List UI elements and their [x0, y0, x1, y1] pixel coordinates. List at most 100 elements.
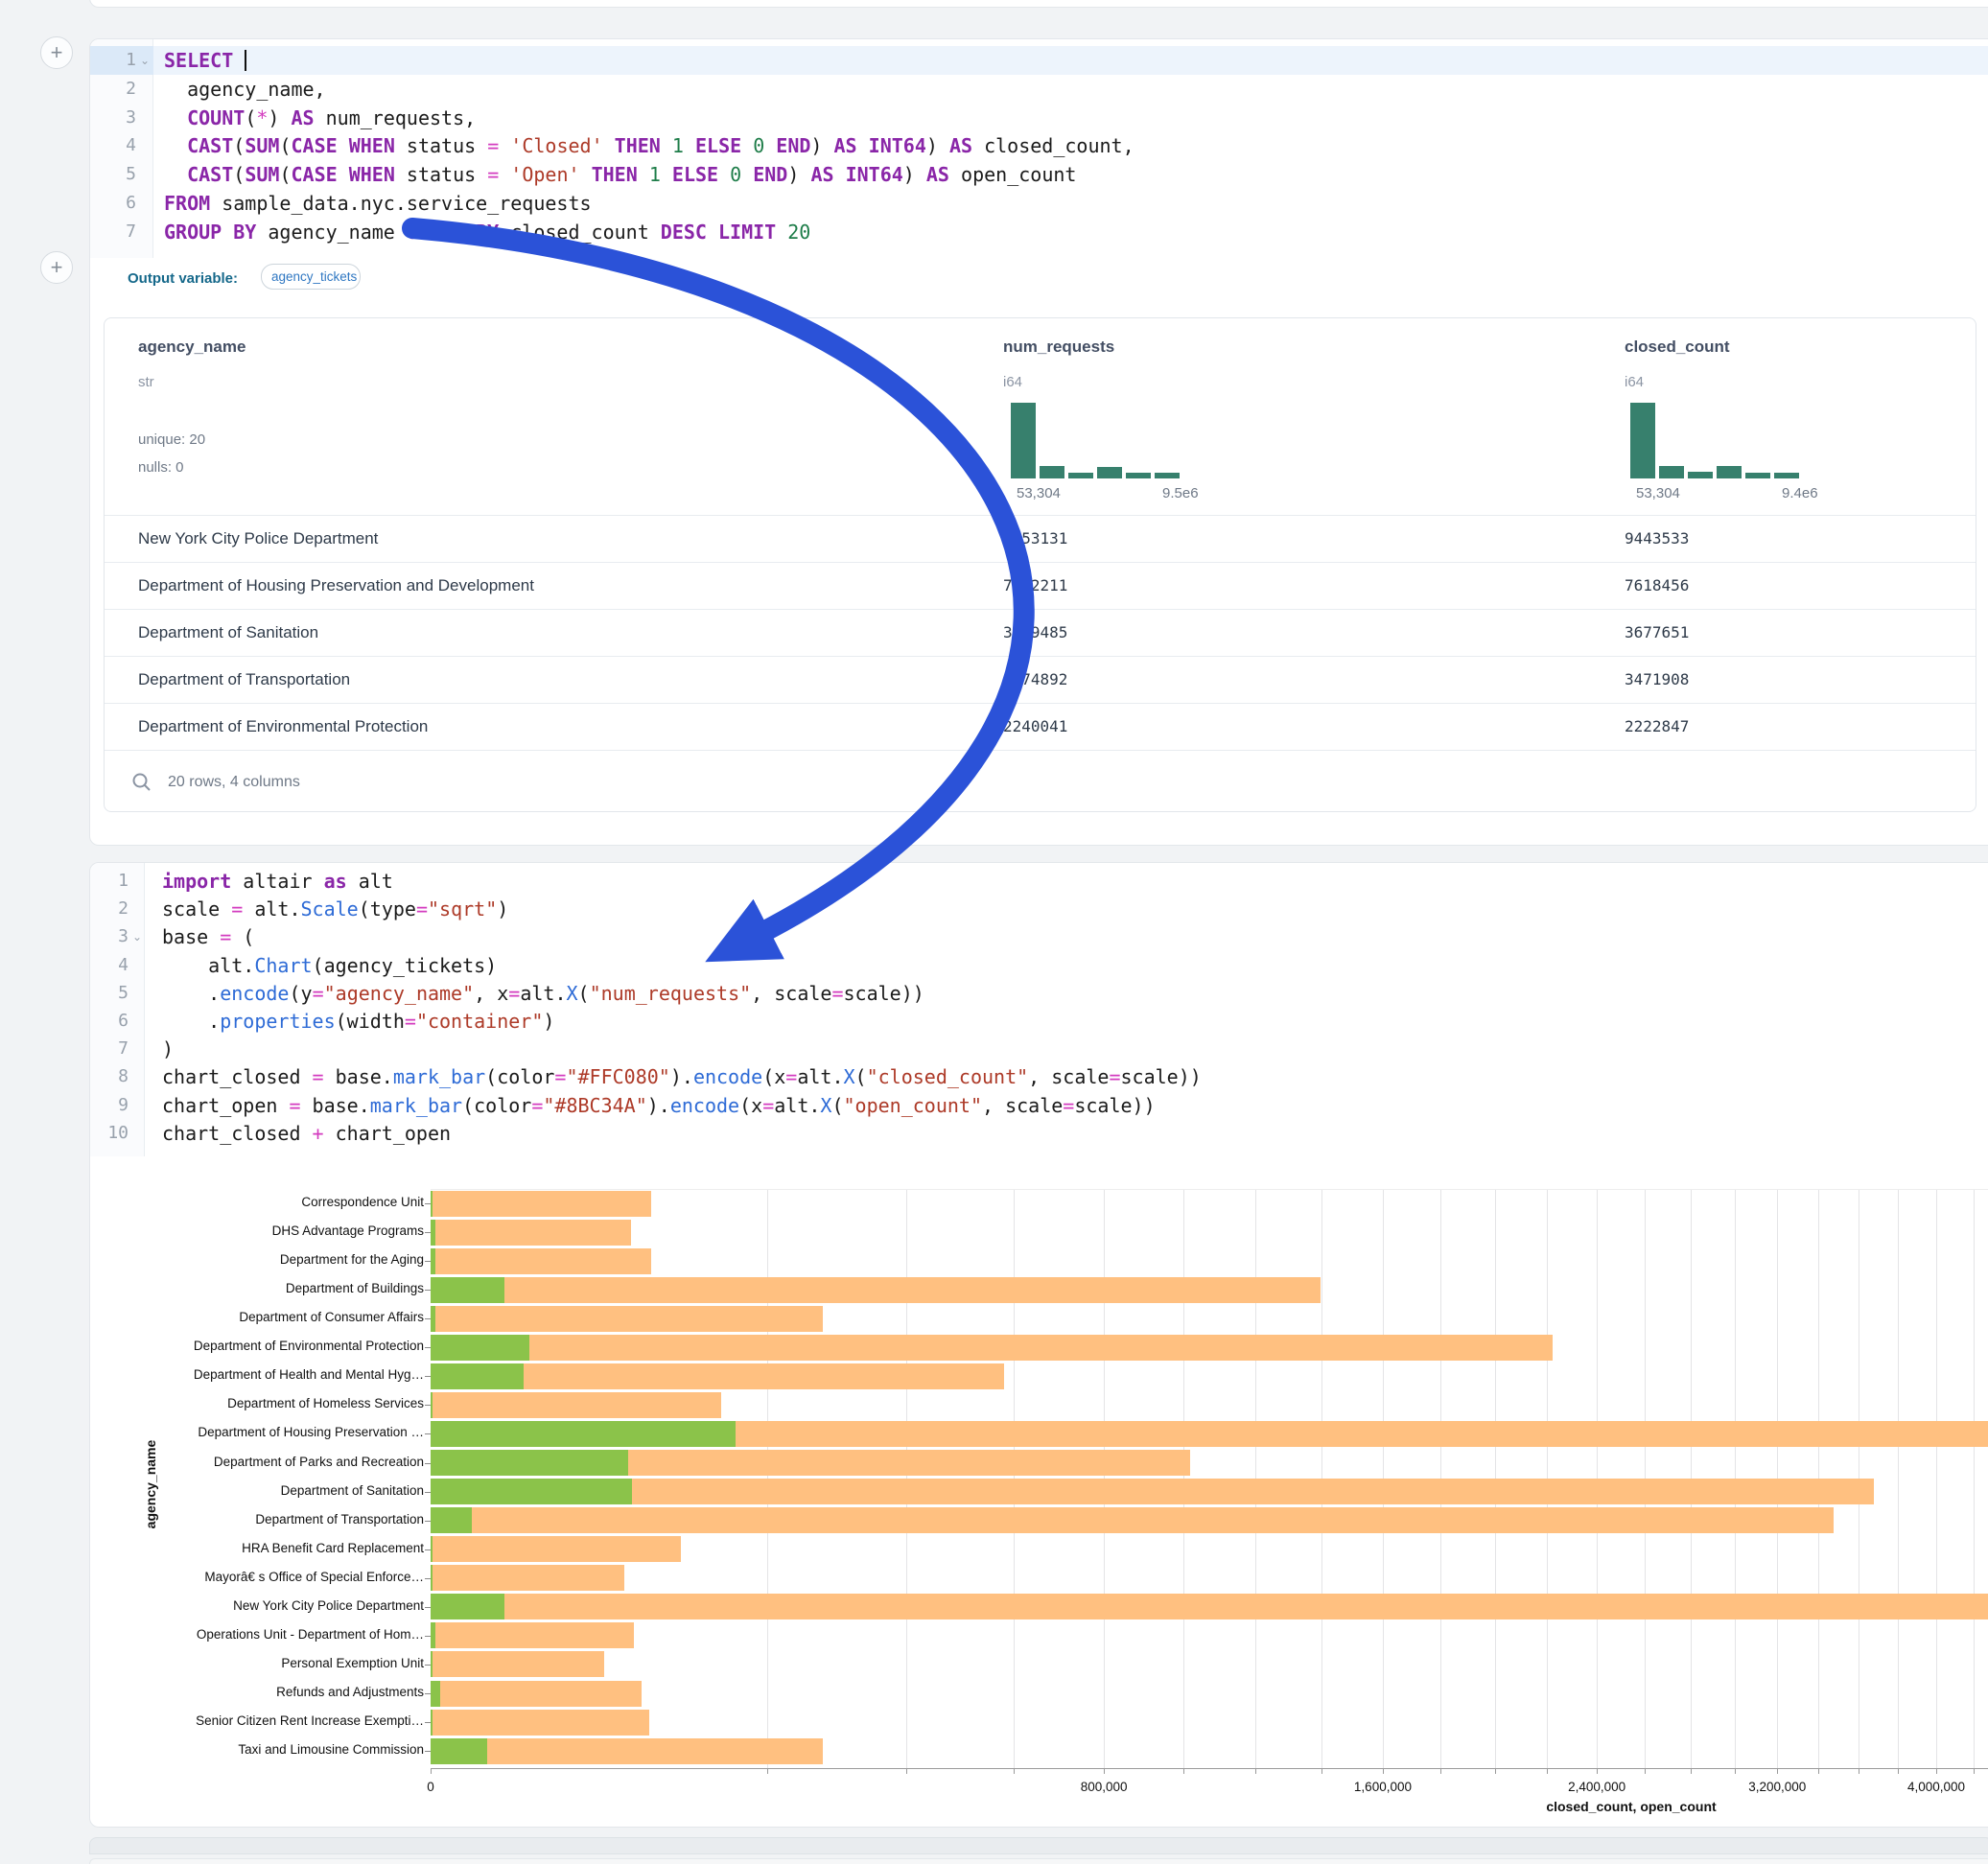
column-stat: nulls: 0	[138, 459, 184, 476]
y-axis-tick	[425, 1261, 431, 1262]
output-variable-pill[interactable]: agency_tickets	[261, 264, 361, 290]
y-axis-tick	[425, 1607, 431, 1608]
bar-open-count	[431, 1450, 628, 1476]
line-number: 1	[90, 46, 136, 75]
column-stat: unique: 20	[138, 431, 205, 448]
chart-plot-top-border	[431, 1189, 1988, 1190]
y-axis-category-label: Department of Homeless Services	[90, 1396, 424, 1410]
table-row[interactable]: Department of Environmental Protection22…	[105, 703, 1976, 751]
x-axis-tick	[1255, 1768, 1256, 1774]
line-number: 7	[90, 1035, 129, 1063]
line-number: 6	[90, 189, 136, 218]
code-line: FROM sample_data.nyc.service_requests	[164, 189, 592, 218]
table-row[interactable]: Department of Sanitation37494853677651	[105, 609, 1976, 657]
x-axis-tick-label: 1,600,000	[1354, 1780, 1412, 1794]
histogram-bar	[1097, 467, 1122, 478]
table-row[interactable]: New York City Police Department945313194…	[105, 515, 1976, 563]
output-variable-label: Output variable:	[128, 270, 238, 287]
code-line: scale = alt.Scale(type="sqrt")	[162, 895, 508, 923]
x-axis-tick	[1321, 1768, 1322, 1774]
active-line-highlight	[90, 46, 1988, 75]
x-axis-tick	[906, 1768, 907, 1774]
line-number: 2	[90, 75, 136, 104]
x-axis-tick-label: 2,400,000	[1568, 1780, 1625, 1794]
x-axis-tick	[1936, 1768, 1937, 1774]
bar-open-count	[431, 1565, 433, 1591]
y-axis-tick	[425, 1636, 431, 1637]
histogram-max-label: 9.5e6	[1162, 485, 1199, 501]
histogram-max-label: 9.4e6	[1782, 485, 1818, 501]
table-row[interactable]: Department of Transportation377489234719…	[105, 656, 1976, 704]
bar-open-count	[431, 1536, 433, 1562]
y-axis-tick	[425, 1578, 431, 1579]
column-header-name[interactable]: closed_count	[1625, 338, 1730, 357]
x-axis-tick	[1645, 1768, 1646, 1774]
x-axis-tick	[1547, 1768, 1548, 1774]
x-axis-tick	[1691, 1768, 1692, 1774]
column-header-name[interactable]: agency_name	[138, 338, 246, 357]
y-axis-tick	[425, 1492, 431, 1493]
histogram-bar	[1745, 473, 1770, 478]
y-axis-category-label: DHS Advantage Programs	[90, 1223, 424, 1238]
table-cell: 3749485	[1003, 610, 1067, 656]
sql-cell[interactable]: 1⌄SELECT 2 agency_name,3 COUNT(*) AS num…	[89, 38, 1988, 846]
y-axis-category-label: Department for the Aging	[90, 1252, 424, 1267]
line-number: 6	[90, 1007, 129, 1036]
y-axis-category-label: Department of Sanitation	[90, 1483, 424, 1498]
add-cell-button-output[interactable]: +	[40, 251, 73, 284]
x-axis-tick	[1183, 1768, 1184, 1774]
histogram-bar	[1155, 473, 1180, 478]
bar-open-count	[431, 1421, 736, 1447]
table-footer-text: 20 rows, 4 columns	[168, 751, 300, 812]
histogram-bar	[1040, 466, 1064, 478]
x-axis-tick	[1495, 1768, 1496, 1774]
table-cell: 3677651	[1625, 610, 1689, 656]
y-axis-tick	[425, 1290, 431, 1291]
code-line: )	[162, 1035, 174, 1063]
y-axis-category-label: Personal Exemption Unit	[90, 1656, 424, 1670]
fold-chevron-icon[interactable]: ⌄	[132, 922, 142, 951]
column-header-name[interactable]: num_requests	[1003, 338, 1114, 357]
search-icon[interactable]	[131, 772, 152, 793]
line-number: 1	[90, 867, 129, 896]
y-axis-category-label: HRA Benefit Card Replacement	[90, 1541, 424, 1555]
bar-closed-count	[431, 1681, 642, 1707]
line-number: 4	[90, 951, 129, 980]
fold-chevron-icon[interactable]: ⌄	[140, 46, 150, 75]
bar-closed-count	[431, 1622, 634, 1648]
code-line: base = (	[162, 922, 254, 951]
column-type: str	[138, 374, 154, 390]
y-axis-category-label: Department of Buildings	[90, 1281, 424, 1295]
chart-gridline	[1898, 1189, 1899, 1768]
bar-closed-count	[431, 1191, 651, 1217]
add-cell-button-top[interactable]: +	[40, 36, 73, 69]
x-axis-tick	[1777, 1768, 1778, 1774]
code-line: chart_closed = base.mark_bar(color="#FFC…	[162, 1062, 1202, 1091]
bar-open-count	[431, 1681, 440, 1707]
column-type: i64	[1003, 374, 1022, 390]
y-axis-category-label: Department of Consumer Affairs	[90, 1310, 424, 1324]
bar-open-count	[431, 1363, 524, 1389]
table-row[interactable]: Department of Housing Preservation and D…	[105, 562, 1976, 610]
code-line: GROUP BY agency_name ORDER BY closed_cou…	[164, 218, 810, 246]
y-axis-tick	[425, 1376, 431, 1377]
table-cell: New York City Police Department	[138, 516, 378, 562]
sql-results-table[interactable]: agency_namestr unique: 20 nulls: 0 num_requ…	[104, 317, 1976, 812]
histogram-min-label: 53,304	[1636, 485, 1680, 501]
y-axis-title: agency_name	[143, 1393, 158, 1575]
code-line: import altair as alt	[162, 867, 393, 896]
histogram-bar	[1688, 472, 1713, 478]
bar-open-count	[431, 1277, 504, 1303]
code-line: CAST(SUM(CASE WHEN status = 'Closed' THE…	[164, 131, 1134, 160]
bar-open-count	[431, 1306, 435, 1332]
y-axis-category-label: New York City Police Department	[90, 1598, 424, 1613]
column-type: i64	[1625, 374, 1644, 390]
bar-open-count	[431, 1622, 435, 1648]
table-cell: Department of Transportation	[138, 657, 350, 703]
python-cell[interactable]: 1import altair as alt2scale = alt.Scale(…	[89, 862, 1988, 1828]
table-cell: 7782211	[1003, 563, 1067, 609]
bar-closed-count	[431, 1335, 1553, 1361]
bar-open-count	[431, 1220, 435, 1246]
bar-closed-count	[431, 1651, 604, 1677]
code-line: COUNT(*) AS num_requests,	[164, 104, 476, 132]
